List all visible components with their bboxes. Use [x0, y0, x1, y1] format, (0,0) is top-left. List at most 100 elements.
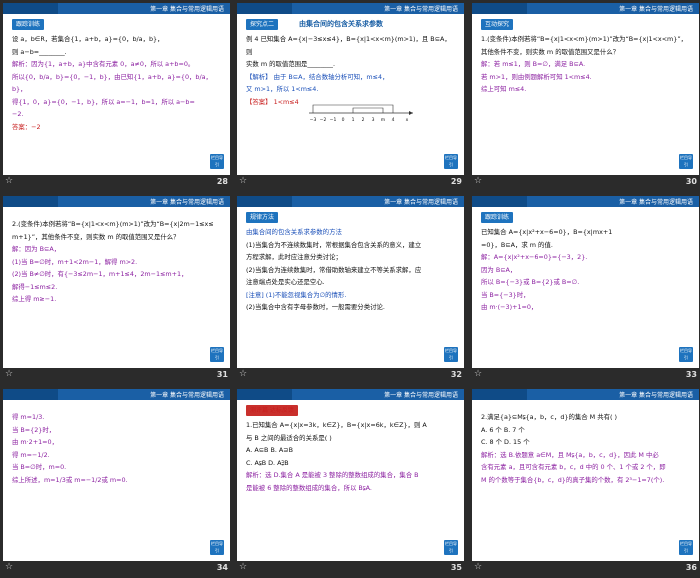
slide-thumbnail[interactable]: 第一章 集合与常用逻辑用语 互动探究 1.(变条件)本例若将“B={x|1<x<m}…: [472, 3, 699, 189]
slide-face: 第一章 集合与常用逻辑用语 2.(变条件)本例若将“B={x|1<x<m}(m>1…: [3, 196, 230, 368]
star-icon[interactable]: ☆: [5, 562, 13, 572]
slide-header-bar: 第一章 集合与常用逻辑用语: [3, 196, 230, 207]
text-line: 含有元素 a，且可含有元素 b，c，d 中的 0 个、1 个或 2 个，即: [481, 463, 666, 471]
number-line: −3 −2 −1 0 1 2 3 m 4 x: [309, 104, 413, 123]
slide-footer: ☆ 31: [3, 368, 230, 382]
text-line: 设 a，b∈R，若集合{1，a+b，a}={0，b/a，b}，: [12, 35, 164, 43]
header-decoration: [472, 3, 527, 14]
return-button[interactable]: 栏目导引: [679, 347, 693, 362]
return-button[interactable]: 栏目导引: [444, 540, 458, 555]
text-line: 注意端点处是实心还是空心.: [246, 278, 325, 286]
text-line: 当 B={−3}时，: [481, 290, 530, 299]
text-line: 与 B 之间的最适合的关系是( ): [246, 433, 332, 442]
star-icon[interactable]: ☆: [474, 369, 482, 379]
star-icon[interactable]: ☆: [239, 369, 247, 379]
text-line: 解：A={x|x²+x−6=0}={−3，2}.: [481, 253, 588, 261]
slide-thumbnail[interactable]: 第一章 集合与常用逻辑用语得 m=1/3. 当 B={2}时， 由 m·2+1=0，…: [3, 389, 230, 575]
text-line: 由集合间的包含关系求参数的方法: [246, 228, 342, 236]
text-line: 则 a−b=________.: [12, 47, 67, 56]
star-icon[interactable]: ☆: [5, 176, 13, 186]
return-button[interactable]: 栏目导引: [210, 540, 224, 555]
slide-header-bar: 第一章 集合与常用逻辑用语: [472, 196, 699, 207]
slide-face: 第一章 集合与常用逻辑用语 2.满足{a}⊆M⫋{a，b，c，d}的集合 M 共有…: [472, 389, 699, 561]
return-button[interactable]: 栏目导引: [444, 154, 458, 169]
text-line: 又 m>1，所以 1<m≤4.: [246, 85, 319, 93]
slide-number: 29: [450, 177, 462, 186]
text-line: (1)当集合为不连续数集时，常根据集合包含关系的意义，建立: [246, 240, 422, 249]
slide-header-bar: 第一章 集合与常用逻辑用语: [237, 3, 464, 14]
return-button[interactable]: 栏目导引: [444, 347, 458, 362]
header-decoration: [237, 389, 292, 400]
text-line: 得 m=−1/2.: [12, 450, 50, 459]
chapter-title: 第一章 集合与常用逻辑用语: [384, 199, 458, 206]
text-line: −2.: [12, 110, 24, 118]
text-line: 得{1，0，a}={0，−1，b}，所以 a=−1，b=1，所以 a−b=: [12, 97, 195, 106]
slide-text: 1.(变条件)本例若将“B={x|1<x<m}(m>1)”改为“B={x|1<x…: [481, 33, 691, 96]
text-line: 解析：选 D.集合 A 是能被 3 整除的整数组成的集合，集合 B: [246, 471, 419, 479]
return-button[interactable]: 栏目导引: [679, 540, 693, 555]
slide-text: 已知集合 A={x|x²+x−6=0}，B={x|mx+1 =0}，B⊆A，求 m…: [481, 226, 691, 314]
return-button[interactable]: 栏目导引: [210, 347, 224, 362]
slide-text: 2.(变条件)本例若将“B={x|1<x<m}(m>1)”改为“B={x|2m−…: [12, 218, 222, 306]
slide-thumbnail[interactable]: 第一章 集合与常用逻辑用语测评篇·达标反馈 1.已知集合 A={x|x=3k，k∈…: [237, 389, 464, 575]
chapter-title: 第一章 集合与常用逻辑用语: [384, 392, 458, 399]
slide-footer: ☆ 32: [237, 368, 464, 382]
slide-footer: ☆ 30: [472, 175, 699, 189]
star-icon[interactable]: ☆: [5, 369, 13, 379]
slide-heading: 由集合间的包含关系求参数: [299, 20, 383, 28]
slide-text: 1.已知集合 A={x|x=3k，k∈Z}，B={x|x=6k，k∈Z}，则 A…: [246, 419, 456, 494]
axis-tick-label: −2: [320, 117, 327, 123]
slide-face: 第一章 集合与常用逻辑用语跟踪训练 已知集合 A={x|x²+x−6=0}，B=…: [472, 196, 699, 368]
slide-thumbnail[interactable]: 第一章 集合与常用逻辑用语 2.满足{a}⊆M⫋{a，b，c，d}的集合 M 共有…: [472, 389, 699, 575]
slide-header-bar: 第一章 集合与常用逻辑用语: [237, 196, 464, 207]
slide-thumbnail[interactable]: 第一章 集合与常用逻辑用语跟踪训练设 a，b∈R，若集合{1，a+b，a}={0…: [3, 3, 230, 189]
return-button[interactable]: 栏目导引: [210, 154, 224, 169]
section-tag: 探究点二: [246, 19, 279, 30]
text-line: 当 B={2}时，: [12, 425, 56, 434]
slide-text: 2.满足{a}⊆M⫋{a，b，c，d}的集合 M 共有( ) A. 6 个 B. …: [481, 411, 691, 486]
text-line: 所以{0，b/a，b}={0，−1，b}，由已知{1，a+b，a}={0，b/a…: [12, 72, 212, 94]
slide-footer: ☆ 28: [3, 175, 230, 189]
header-decoration: [237, 196, 292, 207]
axis-tick-label: 1: [352, 117, 355, 123]
section-tag: 跟踪训练: [481, 212, 514, 223]
section-tag: 规律方法: [246, 212, 279, 223]
text-line: 综上所述，m=1/3或 m=−1/2或 m=0.: [12, 475, 128, 484]
text-line: [注意] (1)不能忽视集合为∅的情形.: [246, 290, 347, 299]
text-line: m+1}”，其他条件不变，则实数 m 的取值范围又是什么？: [12, 232, 180, 241]
slide-footer: ☆ 29: [237, 175, 464, 189]
section-tag: 跟踪训练: [12, 19, 45, 30]
text-line: 其他条件不变，则实数 m 的取值范围又是什么？: [481, 47, 620, 56]
text-line: 解析：因为{1，a+b，a}中含有元素 0，a≠0，所以 a+b=0。: [12, 60, 195, 68]
slide-thumbnail[interactable]: 第一章 集合与常用逻辑用语 探究点二 由集合间的包含关系求参数例 4 已知集合 A=…: [237, 3, 464, 189]
slide-number: 36: [685, 563, 697, 572]
star-icon[interactable]: ☆: [239, 176, 247, 186]
axis-tick-label: x: [406, 118, 409, 123]
axis-tick-label: 4: [392, 117, 395, 123]
chapter-title: 第一章 集合与常用逻辑用语: [150, 6, 224, 13]
chapter-title: 第一章 集合与常用逻辑用语: [619, 392, 693, 399]
slide-thumbnail[interactable]: 第一章 集合与常用逻辑用语 2.(变条件)本例若将“B={x|1<x<m}(m>1…: [3, 196, 230, 382]
slide-number: 30: [685, 177, 697, 186]
header-decoration: [3, 389, 58, 400]
slide-header-bar: 第一章 集合与常用逻辑用语: [3, 389, 230, 400]
star-icon[interactable]: ☆: [474, 176, 482, 186]
text-line: A. 6 个 B. 7 个: [481, 425, 525, 434]
text-line: 1.(变条件)本例若将“B={x|1<x<m}(m>1)”改为“B={x|1<x…: [481, 35, 688, 43]
section-tag: 测评篇·达标反馈: [246, 405, 298, 416]
star-icon[interactable]: ☆: [239, 562, 247, 572]
text-line: 方程求解，此时应注意分类讨论；: [246, 253, 342, 261]
return-button[interactable]: 栏目导引: [679, 154, 693, 169]
chapter-title: 第一章 集合与常用逻辑用语: [619, 199, 693, 206]
slide-number: 28: [216, 177, 228, 186]
text-line: 是能被 6 整除的整数组成的集合，所以 B⫋A.: [246, 483, 372, 492]
text-line: 解析：选 B.依题意 a∈M，且 M⫋{a，b，c，d}，因此 M 中必: [481, 450, 659, 459]
slide-thumbnail[interactable]: 第一章 集合与常用逻辑用语规律方法由集合间的包含关系求参数的方法 (1)当集合为不…: [237, 196, 464, 382]
slide-thumbnail[interactable]: 第一章 集合与常用逻辑用语跟踪训练 已知集合 A={x|x²+x−6=0}，B=…: [472, 196, 699, 382]
star-icon[interactable]: ☆: [474, 562, 482, 572]
slide-footer: ☆ 34: [3, 561, 230, 575]
text-line: A. A⊆B B. A⊇B: [246, 446, 294, 454]
header-decoration: [237, 3, 292, 14]
text-line: 由 m·(−3)+1=0，: [481, 303, 538, 311]
text-line: 因为 B⊆A，: [481, 265, 517, 274]
